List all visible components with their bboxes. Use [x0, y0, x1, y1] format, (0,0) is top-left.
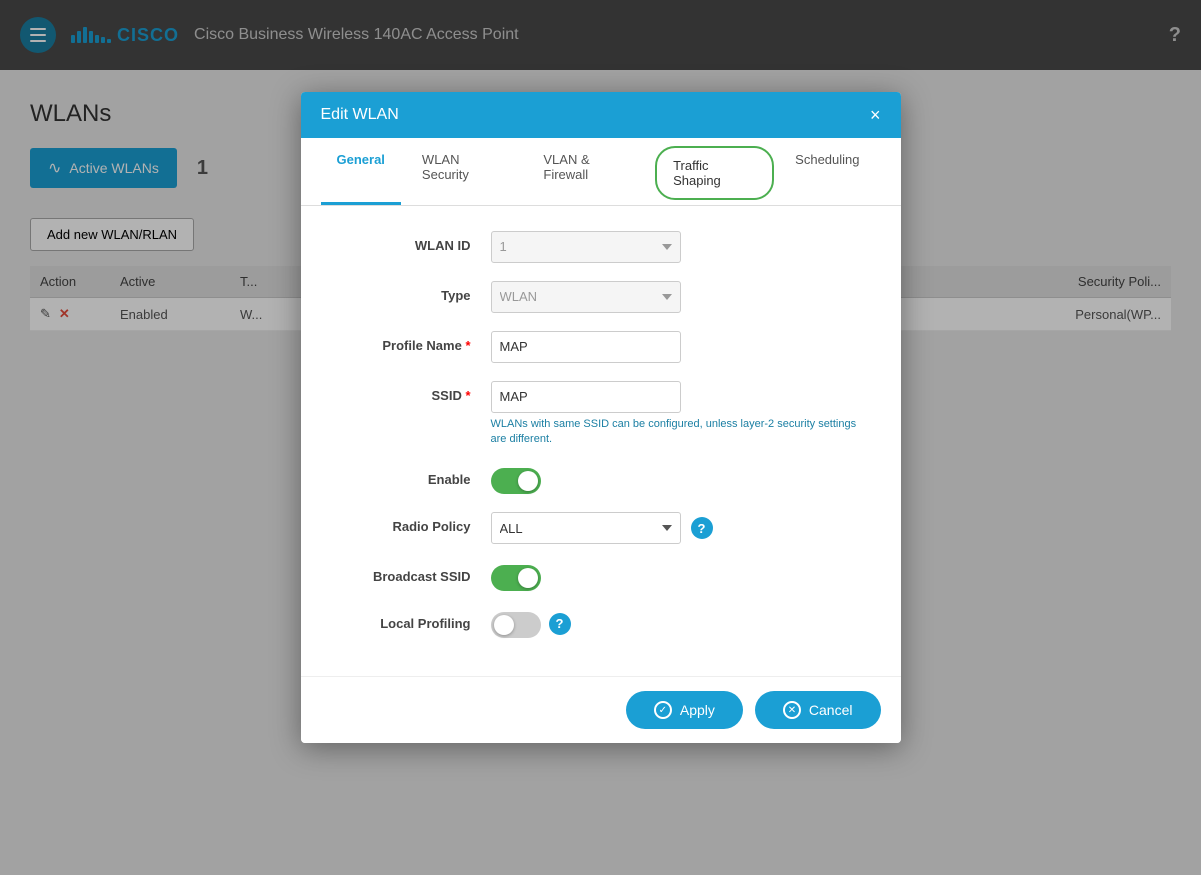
profile-name-row: Profile Name	[341, 331, 861, 363]
cancel-button[interactable]: ✕ Cancel	[755, 691, 881, 729]
type-control: WLAN	[491, 281, 861, 313]
broadcast-ssid-label: Broadcast SSID	[341, 562, 491, 584]
wlan-id-row: WLAN ID 1	[341, 231, 861, 263]
ssid-row: SSID WLANs with same SSID can be configu…	[341, 381, 861, 448]
tab-traffic-shaping-label: Traffic Shaping	[673, 158, 721, 188]
tab-wlan-security[interactable]: WLAN Security	[406, 138, 522, 205]
modal-footer: ✓ Apply ✕ Cancel	[301, 676, 901, 743]
local-profiling-thumb	[494, 615, 514, 635]
tab-vlan-firewall-label: VLAN & Firewall	[543, 152, 589, 182]
apply-icon: ✓	[654, 701, 672, 719]
enable-toggle[interactable]	[491, 468, 541, 494]
tab-traffic-shaping[interactable]: Traffic Shaping	[655, 146, 774, 200]
enable-control	[491, 465, 861, 494]
profile-name-control	[491, 331, 861, 363]
broadcast-ssid-row: Broadcast SSID	[341, 562, 861, 591]
cancel-icon: ✕	[783, 701, 801, 719]
type-select[interactable]: WLAN	[491, 281, 681, 313]
local-profiling-label: Local Profiling	[341, 609, 491, 631]
edit-wlan-modal: Edit WLAN × General WLAN Security VLAN &…	[301, 92, 901, 744]
tab-scheduling-label: Scheduling	[795, 152, 859, 167]
broadcast-ssid-control	[491, 562, 861, 591]
ssid-helper-text: WLANs with same SSID can be configured, …	[491, 417, 861, 448]
radio-policy-row: Radio Policy ALL 2.4 GHz 5 GHz ?	[341, 512, 861, 544]
local-profiling-help-icon[interactable]: ?	[549, 613, 571, 635]
apply-label: Apply	[680, 702, 715, 718]
tab-wlan-security-label: WLAN Security	[422, 152, 469, 182]
ssid-input[interactable]	[491, 381, 681, 413]
modal-close-button[interactable]: ×	[870, 106, 881, 124]
profile-name-label: Profile Name	[341, 331, 491, 353]
radio-policy-help-icon[interactable]: ?	[691, 517, 713, 539]
local-profiling-control: ?	[491, 609, 861, 638]
modal-body: WLAN ID 1 Type WLAN Profile Name	[301, 206, 901, 677]
broadcast-ssid-thumb	[518, 568, 538, 588]
local-profiling-inner: ?	[491, 609, 861, 638]
wlan-id-label: WLAN ID	[341, 231, 491, 253]
enable-row: Enable	[341, 465, 861, 494]
wlan-id-select[interactable]: 1	[491, 231, 681, 263]
modal-title: Edit WLAN	[321, 106, 399, 124]
enable-toggle-thumb	[518, 471, 538, 491]
ssid-label: SSID	[341, 381, 491, 403]
enable-label: Enable	[341, 465, 491, 487]
local-profiling-row: Local Profiling ?	[341, 609, 861, 638]
modal-tabs: General WLAN Security VLAN & Firewall Tr…	[301, 138, 901, 206]
radio-policy-inner: ALL 2.4 GHz 5 GHz ?	[491, 512, 861, 544]
broadcast-ssid-toggle[interactable]	[491, 565, 541, 591]
radio-policy-select[interactable]: ALL 2.4 GHz 5 GHz	[491, 512, 681, 544]
radio-policy-control: ALL 2.4 GHz 5 GHz ?	[491, 512, 861, 544]
apply-button[interactable]: ✓ Apply	[626, 691, 743, 729]
cancel-label: Cancel	[809, 702, 853, 718]
local-profiling-toggle[interactable]	[491, 612, 541, 638]
tab-scheduling[interactable]: Scheduling	[779, 138, 875, 205]
modal-overlay: Edit WLAN × General WLAN Security VLAN &…	[0, 0, 1201, 875]
tab-general-label: General	[337, 152, 385, 167]
radio-policy-label: Radio Policy	[341, 512, 491, 534]
wlan-id-control: 1	[491, 231, 861, 263]
ssid-control: WLANs with same SSID can be configured, …	[491, 381, 861, 448]
tab-general[interactable]: General	[321, 138, 401, 205]
modal-header: Edit WLAN ×	[301, 92, 901, 138]
tab-vlan-firewall[interactable]: VLAN & Firewall	[527, 138, 650, 205]
type-row: Type WLAN	[341, 281, 861, 313]
profile-name-input[interactable]	[491, 331, 681, 363]
type-label: Type	[341, 281, 491, 303]
